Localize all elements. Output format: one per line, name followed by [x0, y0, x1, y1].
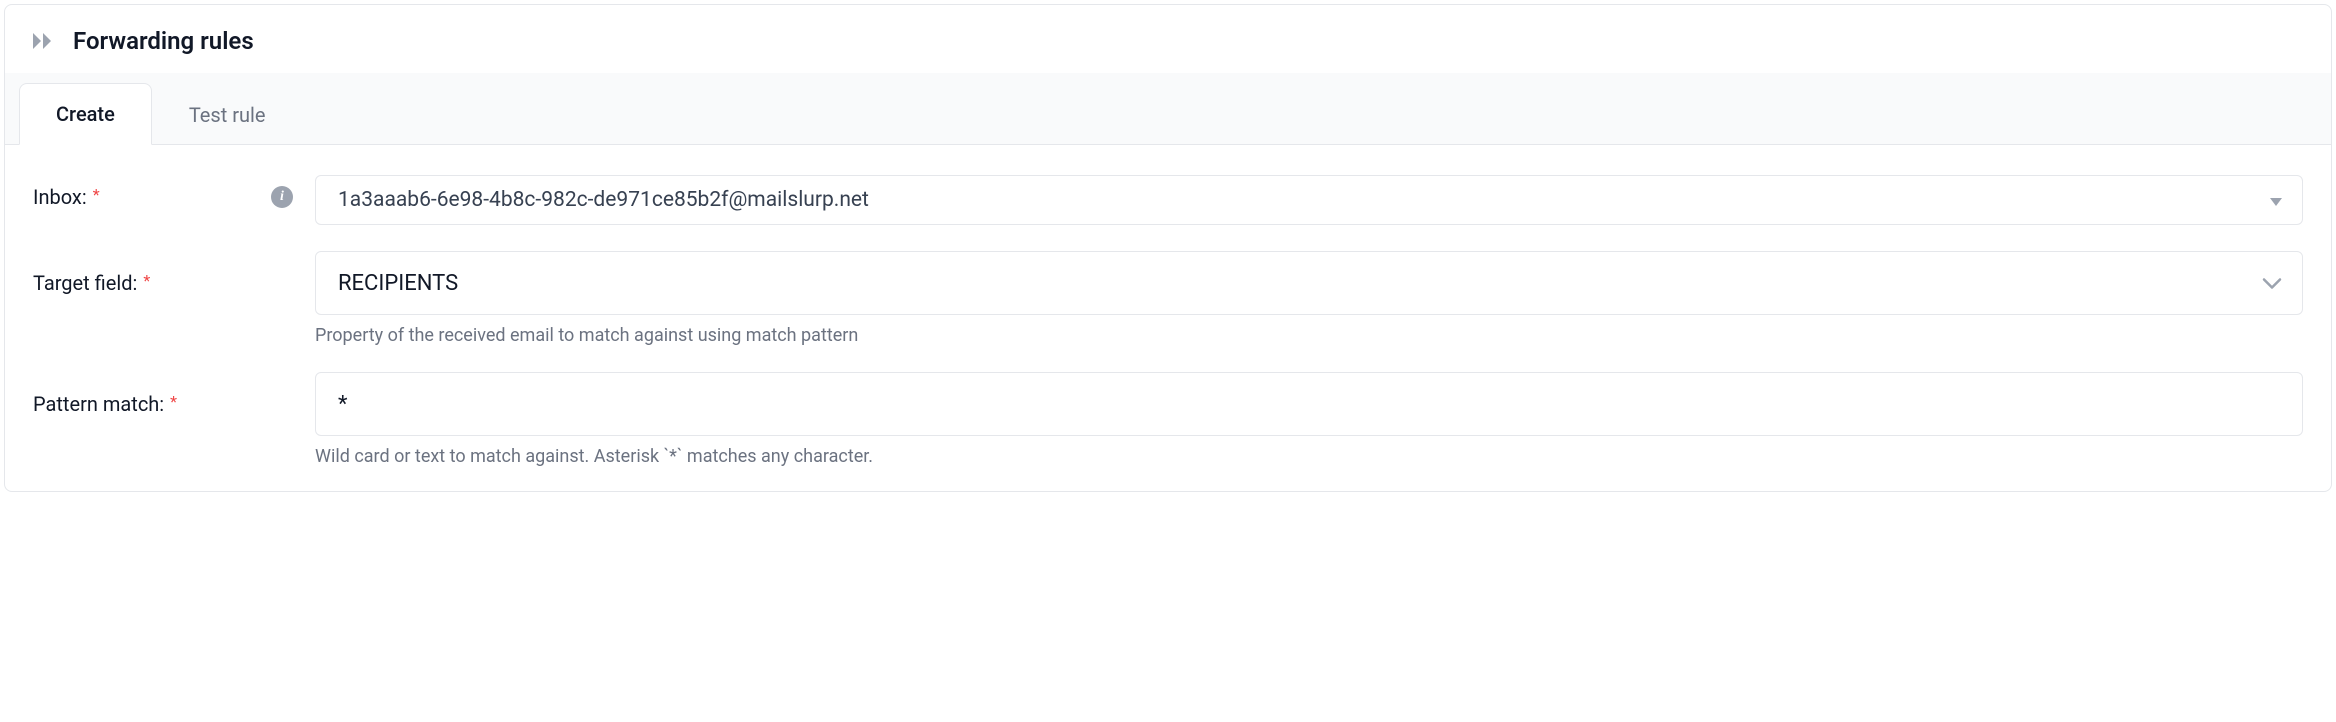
- row-inbox: Inbox: * i 1a3aaab6-6e98-4b8c-982c-de971…: [33, 175, 2303, 225]
- tabs: Create Test rule: [5, 73, 2331, 145]
- forward-icon: [33, 31, 57, 51]
- info-icon[interactable]: i: [271, 186, 293, 208]
- inbox-field-col: 1a3aaab6-6e98-4b8c-982c-de971ce85b2f@mai…: [315, 175, 2303, 225]
- target-field-label: Target field: *: [33, 271, 150, 295]
- row-pattern-match: Pattern match: * Wild card or text to ma…: [33, 372, 2303, 467]
- inbox-select-value: 1a3aaab6-6e98-4b8c-982c-de971ce85b2f@mai…: [338, 188, 869, 212]
- target-field-help: Property of the received email to match …: [315, 325, 2303, 346]
- panel-title: Forwarding rules: [73, 27, 254, 55]
- required-star-icon: *: [93, 187, 100, 203]
- forwarding-rules-panel: Forwarding rules Create Test rule Inbox:…: [4, 4, 2332, 492]
- tab-test-rule[interactable]: Test rule: [152, 84, 303, 145]
- caret-down-icon: [2270, 188, 2282, 212]
- inbox-label: Inbox: *: [33, 185, 100, 209]
- inbox-label-text: Inbox:: [33, 185, 87, 209]
- chevron-down-icon: [2262, 271, 2282, 296]
- target-field-label-col: Target field: *: [33, 251, 315, 295]
- row-target-field: Target field: * RECIPIENTS Property of t…: [33, 251, 2303, 346]
- target-field-col: RECIPIENTS Property of the received emai…: [315, 251, 2303, 346]
- pattern-match-help: Wild card or text to match against. Aste…: [315, 446, 2303, 467]
- form-area: Inbox: * i 1a3aaab6-6e98-4b8c-982c-de971…: [5, 145, 2331, 491]
- pattern-match-label: Pattern match: *: [33, 392, 177, 416]
- inbox-select[interactable]: 1a3aaab6-6e98-4b8c-982c-de971ce85b2f@mai…: [315, 175, 2303, 225]
- target-field-select-value: RECIPIENTS: [338, 271, 458, 296]
- required-star-icon: *: [170, 394, 177, 410]
- target-field-select[interactable]: RECIPIENTS: [315, 251, 2303, 315]
- tab-create[interactable]: Create: [19, 83, 152, 145]
- pattern-match-label-col: Pattern match: *: [33, 372, 315, 416]
- panel-header: Forwarding rules: [5, 5, 2331, 73]
- pattern-match-input[interactable]: [315, 372, 2303, 436]
- pattern-match-label-text: Pattern match:: [33, 392, 164, 416]
- pattern-match-field-col: Wild card or text to match against. Aste…: [315, 372, 2303, 467]
- required-star-icon: *: [143, 273, 150, 289]
- target-field-label-text: Target field:: [33, 271, 137, 295]
- inbox-label-col: Inbox: * i: [33, 175, 315, 209]
